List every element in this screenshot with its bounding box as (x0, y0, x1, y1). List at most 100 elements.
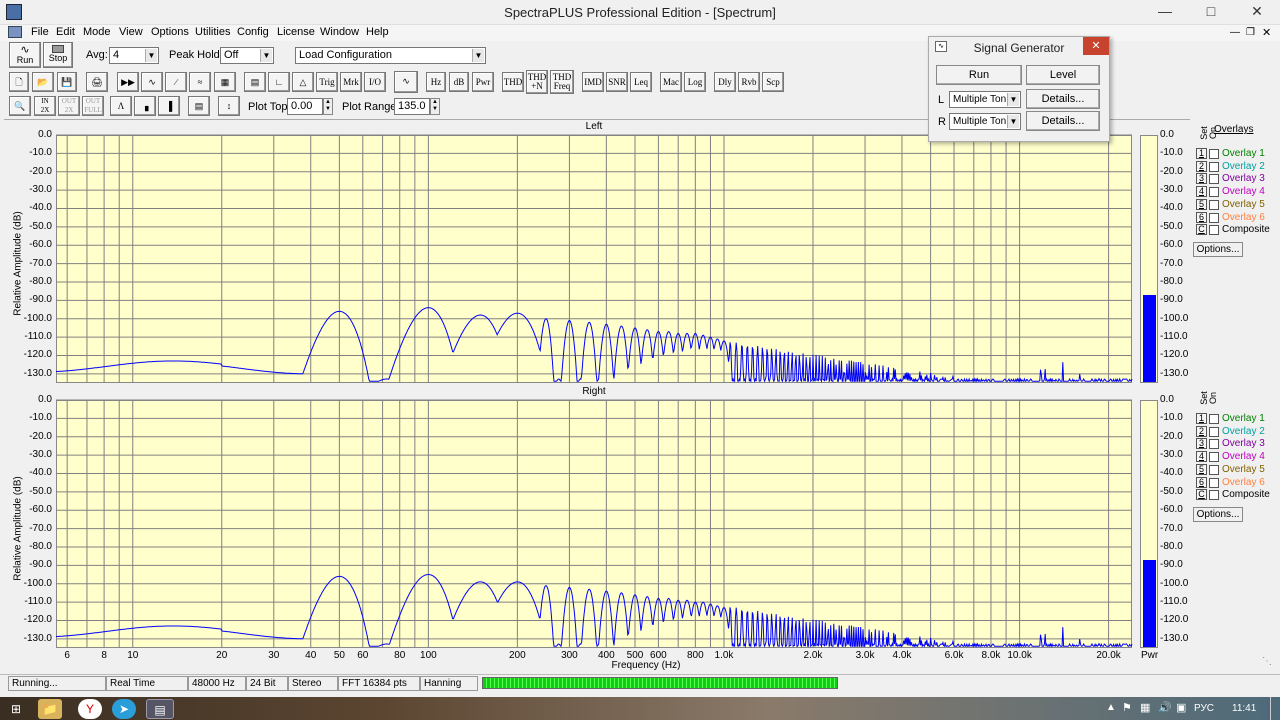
status-bit-depth: 24 Bit (246, 676, 288, 691)
y-tick-label: -30.0 (29, 449, 52, 461)
overlay-checkbox[interactable] (1209, 212, 1219, 223)
y-tick-label: -50.0 (29, 485, 52, 497)
overlay-set-button[interactable]: 5 (1196, 198, 1207, 210)
meter-tick-label: -80.0 (1160, 275, 1183, 287)
overlay-checkbox[interactable] (1209, 490, 1219, 501)
right-channel-label: R (938, 116, 946, 128)
close-icon[interactable]: ✕ (1083, 37, 1109, 55)
x-tick-label: 2.0k (803, 650, 823, 661)
left-details-button[interactable]: Details... (1026, 89, 1100, 109)
clock[interactable]: 11:41 (1232, 703, 1256, 714)
windows-start-icon[interactable]: ⊞ (4, 699, 28, 719)
y-tick-label: -20.0 (29, 165, 52, 177)
overlay-set-button[interactable]: 6 (1196, 211, 1207, 223)
meter-tick-label: -100.0 (1160, 312, 1189, 324)
y-tick-label: -10.0 (29, 147, 52, 159)
status-state: Running... (8, 676, 106, 691)
menu-file[interactable]: File (31, 26, 49, 38)
status-sample-rate: 48000 Hz (188, 676, 246, 691)
resize-grip-icon[interactable]: ⋱ (1262, 656, 1276, 670)
overlay-checkbox[interactable] (1209, 225, 1219, 236)
overlay-set-button[interactable]: 3 (1196, 438, 1207, 450)
overlay-on-column-label: On (1208, 392, 1218, 405)
show-desktop-button[interactable] (1270, 697, 1280, 720)
siggen-level-button[interactable]: Level (1026, 65, 1100, 85)
overlay-options-button[interactable]: Options... (1193, 242, 1243, 257)
overlay-checkbox[interactable] (1209, 149, 1219, 159)
y-tick-label: 0.0 (38, 394, 52, 405)
overlay-on-column-label: On (1208, 127, 1218, 140)
overlay-set-button[interactable]: C (1196, 224, 1207, 236)
right-waveform-select[interactable]: Multiple Ton ▼ (949, 113, 1021, 130)
meter-tick-label: -50.0 (1160, 220, 1183, 232)
meter-tick-label: 0.0 (1160, 394, 1174, 405)
x-axis-label: Frequency (Hz) (611, 660, 681, 671)
right-details-button[interactable]: Details... (1026, 111, 1100, 131)
spectraplus-taskbar-icon[interactable]: ▤ (146, 699, 174, 719)
overlay-set-button[interactable]: 4 (1196, 451, 1207, 463)
overlay-checkbox[interactable] (1209, 439, 1219, 450)
meter-tick-label: -70.0 (1160, 257, 1183, 269)
x-tick-label: 60 (357, 650, 369, 661)
overlay-set-button[interactable]: C (1196, 489, 1207, 501)
overlay-label: Composite (1222, 489, 1270, 501)
y-tick-label: -100.0 (23, 577, 52, 589)
y-tick-label: -50.0 (29, 220, 52, 232)
file-explorer-icon[interactable]: 📁 (38, 699, 62, 719)
tray-arrow-icon[interactable]: ▲ (1106, 702, 1116, 713)
y-tick-label: -120.0 (23, 349, 52, 361)
overlay-checkbox[interactable] (1209, 477, 1219, 488)
overlay-checkbox[interactable] (1209, 426, 1219, 437)
y-tick-label: -90.0 (29, 294, 52, 306)
overlay-checkbox[interactable] (1209, 452, 1219, 463)
yandex-browser-icon[interactable]: Y (78, 699, 102, 719)
tray-app-icon[interactable]: ▣ (1176, 701, 1186, 714)
overlays-title: Overlays (1214, 124, 1254, 135)
overlay-set-button[interactable]: 2 (1196, 160, 1207, 172)
network-icon[interactable]: ▦ (1140, 701, 1150, 714)
signal-generator-window: ∿ Signal Generator ✕ Run Level L Multipl… (928, 36, 1110, 142)
overlay-set-button[interactable]: 2 (1196, 425, 1207, 437)
meter-tick-label: -10.0 (1160, 412, 1183, 424)
y-tick-label: -30.0 (29, 184, 52, 196)
overlay-checkbox[interactable] (1209, 187, 1219, 198)
overlay-set-button[interactable]: 6 (1196, 476, 1207, 488)
menu-window[interactable]: Window (320, 26, 359, 38)
overlay-set-button[interactable]: 1 (1196, 413, 1207, 424)
overlay-checkbox[interactable] (1209, 199, 1219, 210)
left-waveform-select[interactable]: Multiple Ton ▼ (949, 91, 1021, 108)
menu-help[interactable]: Help (366, 26, 389, 38)
y-tick-label: -70.0 (29, 257, 52, 269)
menu-view[interactable]: View (119, 26, 143, 38)
language-indicator[interactable]: РУС (1194, 703, 1214, 714)
overlay-checkbox[interactable] (1209, 161, 1219, 172)
overlay-set-button[interactable]: 3 (1196, 173, 1207, 185)
overlay-checkbox[interactable] (1209, 414, 1219, 424)
right-power-meter-fill (1143, 559, 1156, 647)
x-tick-label: 30 (268, 650, 280, 661)
overlay-set-button[interactable]: 5 (1196, 463, 1207, 475)
menu-options[interactable]: Options (151, 26, 189, 38)
menu-mode[interactable]: Mode (83, 26, 111, 38)
y-tick-label: -130.0 (23, 367, 52, 379)
overlay-set-button[interactable]: 1 (1196, 148, 1207, 159)
overlay-checkbox[interactable] (1209, 174, 1219, 185)
meter-tick-label: -30.0 (1160, 449, 1183, 461)
menu-utilities[interactable]: Utilities (195, 26, 230, 38)
overlay-options-button[interactable]: Options... (1193, 507, 1243, 522)
meter-tick-label: -20.0 (1160, 165, 1183, 177)
x-tick-label: 100 (420, 650, 437, 661)
overlay-set-button[interactable]: 4 (1196, 186, 1207, 198)
menu-config[interactable]: Config (237, 26, 269, 38)
menu-license[interactable]: License (277, 26, 315, 38)
flag-icon[interactable]: ⚑ (1122, 701, 1132, 714)
overlay-checkbox[interactable] (1209, 464, 1219, 475)
siggen-run-button[interactable]: Run (936, 65, 1022, 85)
menu-edit[interactable]: Edit (56, 26, 75, 38)
x-tick-label: 6 (64, 650, 70, 661)
signal-generator-icon: ∿ (935, 41, 947, 52)
telegram-icon[interactable]: ➤ (112, 699, 136, 719)
volume-icon[interactable]: 🔊 (1158, 701, 1172, 714)
y-tick-label: 0.0 (38, 129, 52, 140)
x-tick-label: 20.0k (1096, 650, 1121, 661)
